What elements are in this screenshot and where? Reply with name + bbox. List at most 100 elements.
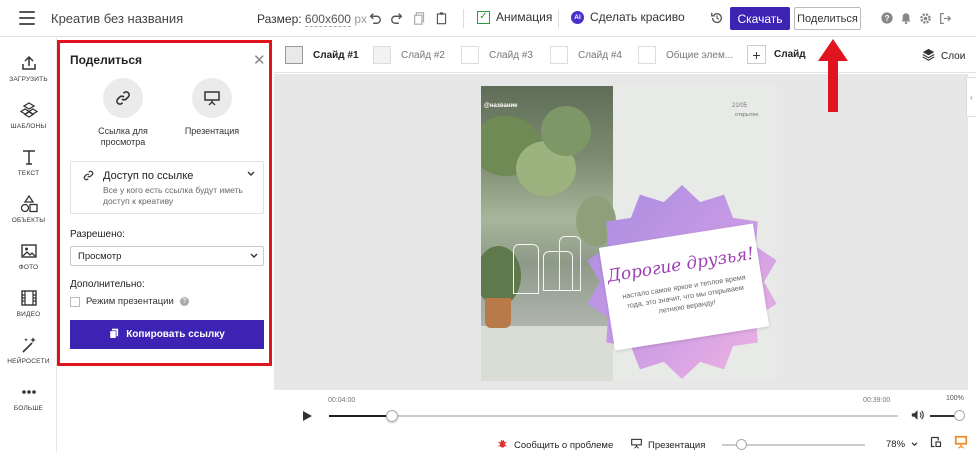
sidebar-item-upload[interactable]: ЗАГРУЗИТЬ — [0, 54, 57, 83]
presentation-label: Презентация — [184, 126, 240, 136]
sidebar-item-more[interactable]: БОЛЬШЕ — [0, 383, 57, 412]
slide-thumbnail — [461, 46, 479, 64]
close-icon[interactable]: ✕ — [253, 53, 266, 68]
add-slide-button[interactable]: + Слайд — [747, 45, 806, 64]
text-icon — [20, 148, 38, 166]
share-button[interactable]: Поделиться — [794, 7, 861, 30]
zoom-handle[interactable] — [736, 439, 747, 450]
sidebar-item-label: ФОТО — [18, 264, 39, 271]
presentation-icon — [631, 438, 642, 452]
sidebar-item-label: ВИДЕО — [16, 311, 41, 318]
timeline-start-time: 00:04:00 — [328, 397, 356, 404]
layers-button[interactable]: Слои — [922, 48, 965, 64]
download-button[interactable]: Скачать — [730, 7, 790, 30]
bug-icon — [497, 438, 508, 452]
share-panel: Поделиться ✕ Ссылка для просмотра Презен… — [57, 40, 272, 366]
extra-label: Дополнительно: — [70, 279, 145, 290]
copy-link-button[interactable]: Копировать ссылку — [70, 320, 264, 349]
report-problem-button[interactable]: Сообщить о проблеме — [497, 438, 613, 452]
flower-pot — [485, 298, 511, 328]
collapse-panel-icon[interactable]: ‹ — [966, 77, 976, 117]
presentation-mode-checkbox[interactable] — [70, 296, 80, 307]
ai-badge-icon: AI — [571, 10, 584, 24]
document-title[interactable]: Креатив без названия — [51, 11, 183, 26]
bell-icon[interactable] — [898, 10, 914, 26]
checkbox-checked-icon[interactable]: ✓ — [477, 10, 490, 24]
slide-tab-2[interactable]: Слайд #2 — [373, 45, 445, 65]
sidebar-item-video[interactable]: ВИДЕО — [0, 289, 57, 318]
chair — [559, 236, 581, 291]
canvas-size[interactable]: Размер: 600x600 px — [257, 12, 367, 27]
chevron-down-icon — [911, 442, 918, 447]
volume-icon[interactable] — [911, 409, 924, 424]
volume-percent: 100% — [946, 395, 964, 402]
slide-tab-label: Общие элем... — [666, 49, 734, 61]
photo-icon — [20, 242, 38, 260]
timeline-end-time: 00:39:00 — [863, 397, 891, 404]
sidebar-item-photo[interactable]: ФОТО — [0, 242, 57, 271]
sidebar-item-ai[interactable]: НЕЙРОСЕТИ — [0, 336, 57, 365]
divider — [463, 9, 464, 28]
timeline-handle[interactable] — [385, 410, 398, 422]
permission-value: Просмотр — [78, 251, 122, 262]
sidebar-item-label: БОЛЬШЕ — [13, 405, 44, 412]
volume-handle[interactable] — [954, 410, 965, 421]
size-value[interactable]: 600x600 — [304, 12, 351, 27]
add-slide-label: Слайд — [774, 49, 806, 60]
undo-icon[interactable] — [367, 10, 383, 26]
sidebar-item-objects[interactable]: ОБЪЕКТЫ — [0, 195, 57, 224]
event-date: 21/05 — [732, 103, 748, 109]
sidebar-item-text[interactable]: ТЕКСТ — [0, 148, 57, 177]
presentation-mode-icon[interactable] — [954, 435, 968, 452]
fit-screen-icon[interactable] — [930, 436, 942, 451]
sidebar-item-label: ТЕКСТ — [17, 170, 40, 177]
plus-icon: + — [747, 45, 766, 64]
history-icon[interactable] — [709, 10, 725, 26]
slide-tab-common[interactable]: Общие элем... — [638, 45, 733, 65]
presentation-mode-toggle[interactable]: Режим презентации ? — [70, 296, 189, 307]
link-access-title: Доступ по ссылке — [103, 170, 194, 182]
sidebar-item-label: ШАБЛОНЫ — [10, 123, 47, 130]
logout-icon[interactable] — [937, 10, 953, 26]
presentation-button[interactable]: Презентация — [631, 438, 705, 452]
share-panel-title: Поделиться — [70, 53, 143, 67]
zoom-dropdown[interactable]: 78% — [886, 439, 918, 450]
sidebar-item-templates[interactable]: ШАБЛОНЫ — [0, 101, 57, 130]
link-icon — [83, 170, 94, 184]
permission-select[interactable]: Просмотр — [70, 246, 264, 266]
slide-thumbnail — [285, 46, 303, 64]
copy-icon[interactable] — [411, 10, 427, 26]
help-icon[interactable]: ? — [179, 297, 189, 306]
beautify-label: Сделать красиво — [590, 10, 685, 24]
timeline-track[interactable] — [329, 410, 898, 422]
chevron-down-icon — [250, 252, 258, 261]
slide-tab-3[interactable]: Слайд #3 — [461, 45, 533, 65]
slide-tab-1[interactable]: Слайд #1 — [285, 45, 359, 65]
presentation-option[interactable]: Презентация — [168, 78, 256, 137]
animation-label: Анимация — [496, 10, 553, 24]
objects-icon — [20, 195, 38, 213]
sidebar-item-label: ЗАГРУЗИТЬ — [9, 76, 48, 83]
gear-icon[interactable] — [917, 10, 933, 26]
slide-thumbnail — [550, 46, 568, 64]
timeline-progress — [329, 415, 392, 417]
event-date-subtitle: открытие — [735, 112, 759, 118]
help-icon[interactable]: ? — [879, 10, 895, 26]
slide-tab-4[interactable]: Слайд #4 — [550, 45, 622, 65]
red-arrow-annotation — [818, 39, 848, 112]
animation-toggle[interactable]: ✓ Анимация — [477, 10, 552, 24]
sidebar-item-label: НЕЙРОСЕТИ — [7, 358, 50, 365]
view-link-option[interactable]: Ссылка для просмотра — [79, 78, 167, 148]
timeline: 00:04:00 00:39:00 100% — [274, 391, 976, 431]
play-icon[interactable] — [303, 411, 312, 421]
beautify-button[interactable]: AI Сделать красиво — [571, 10, 685, 24]
more-icon — [20, 383, 38, 401]
hamburger-menu-icon[interactable] — [19, 11, 35, 25]
ai-wand-icon — [20, 336, 38, 354]
upload-icon — [20, 54, 38, 72]
zoom-value: 78% — [886, 439, 906, 450]
redo-icon[interactable] — [389, 10, 405, 26]
paste-icon[interactable] — [433, 10, 449, 26]
link-access-dropdown[interactable]: Доступ по ссылке Все у кого есть ссылка … — [70, 161, 264, 214]
link-access-description: Все у кого есть ссылка будут иметь досту… — [103, 185, 243, 206]
